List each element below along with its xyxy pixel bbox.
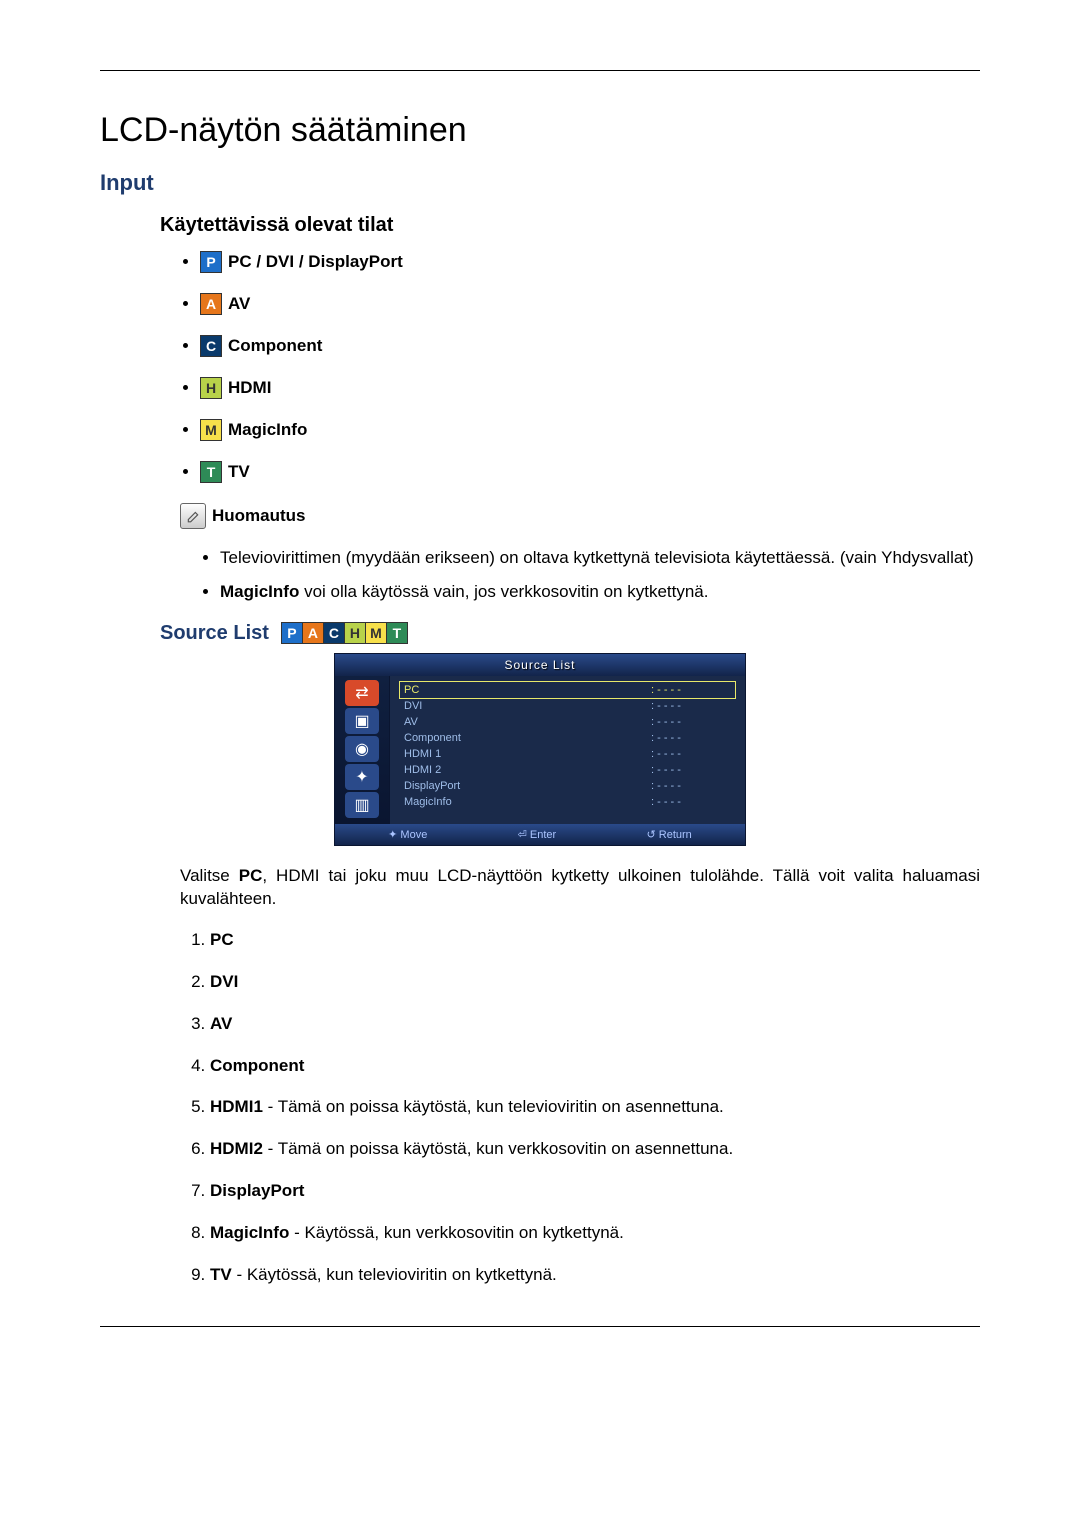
list-item: TV - Käytössä, kun televioviritin on kyt… [210, 1263, 980, 1287]
list-item: PC [210, 928, 980, 952]
osd-row: DVI: - - - - [400, 698, 735, 714]
osd-main: PC: - - - - DVI: - - - - AV: - - - - Com… [390, 676, 745, 824]
source-description: Valitse PC, HDMI tai joku muu LCD-näyttö… [180, 864, 980, 912]
note-icon [180, 503, 206, 529]
source-list-heading: Source List P A C H M T [160, 622, 980, 645]
osd-multi-icon: ▥ [345, 792, 379, 818]
note-item: MagicInfo voi olla käytössä vain, jos ve… [220, 580, 980, 604]
osd-sound-icon: ◉ [345, 736, 379, 762]
mode-item: M MagicInfo [200, 419, 980, 441]
input-heading: Input [100, 170, 980, 196]
mode-item: P PC / DVI / DisplayPort [200, 251, 980, 273]
osd-screenshot: Source List ⇄ ▣ ◉ ✦ ▥ PC: - - - - DVI: -… [100, 653, 980, 846]
note-item-text: voi olla käytössä vain, jos verkkosoviti… [299, 582, 708, 601]
osd-footer-enter: ⏎ Enter [518, 828, 557, 841]
note-item-bold: MagicInfo [220, 582, 299, 601]
osd-row: AV: - - - - [400, 714, 735, 730]
mode-item: H HDMI [200, 377, 980, 399]
document-page: LCD-näytön säätäminen Input Käytettäviss… [0, 0, 1080, 1387]
osd-row: DisplayPort: - - - - [400, 778, 735, 794]
mode-label: TV [228, 462, 250, 482]
list-item: MagicInfo - Käytössä, kun verkkosovitin … [210, 1221, 980, 1245]
h-icon: H [344, 622, 365, 644]
osd-row: MagicInfo: - - - - [400, 794, 735, 810]
p-icon: P [200, 251, 222, 273]
a-icon: A [302, 622, 323, 644]
osd-footer: ✦ Move ⏎ Enter ↺ Return [335, 824, 745, 845]
c-icon: C [323, 622, 344, 644]
osd-title: Source List [335, 654, 745, 676]
page-title: LCD-näytön säätäminen [100, 111, 980, 150]
c-icon: C [200, 335, 222, 357]
osd-sidebar: ⇄ ▣ ◉ ✦ ▥ [335, 676, 390, 824]
osd-row: HDMI 1: - - - - [400, 746, 735, 762]
m-icon: M [365, 622, 386, 644]
mode-label: MagicInfo [228, 420, 307, 440]
mode-label: Component [228, 336, 322, 356]
note-header: Huomautus [180, 503, 980, 529]
mode-label: AV [228, 294, 250, 314]
osd-picture-icon: ▣ [345, 708, 379, 734]
mode-icon-strip: P A C H M T [281, 622, 408, 644]
a-icon: A [200, 293, 222, 315]
note-list: Televiovirittimen (myydään erikseen) on … [180, 546, 980, 604]
osd-window: Source List ⇄ ▣ ◉ ✦ ▥ PC: - - - - DVI: -… [334, 653, 746, 846]
source-list-heading-text: Source List [160, 622, 269, 645]
mode-item: T TV [200, 461, 980, 483]
m-icon: M [200, 419, 222, 441]
osd-row: Component: - - - - [400, 730, 735, 746]
p-icon: P [281, 622, 302, 644]
osd-footer-move: ✦ Move [388, 828, 427, 841]
mode-item: A AV [200, 293, 980, 315]
note-block: Huomautus Televiovirittimen (myydään eri… [180, 503, 980, 604]
mode-item: C Component [200, 335, 980, 357]
mode-label: HDMI [228, 378, 271, 398]
h-icon: H [200, 377, 222, 399]
list-item: AV [210, 1012, 980, 1036]
note-label: Huomautus [212, 506, 306, 526]
t-icon: T [200, 461, 222, 483]
mode-list: P PC / DVI / DisplayPort A AV C Componen… [100, 251, 980, 483]
t-icon: T [386, 622, 408, 644]
osd-footer-return: ↺ Return [647, 828, 692, 841]
note-item: Televiovirittimen (myydään erikseen) on … [220, 546, 980, 570]
available-modes-heading: Käytettävissä olevat tilat [160, 214, 980, 237]
list-item: HDMI2 - Tämä on poissa käytöstä, kun ver… [210, 1137, 980, 1161]
source-numbered-list: PC DVI AV Component HDMI1 - Tämä on pois… [180, 928, 980, 1286]
osd-setup-icon: ✦ [345, 764, 379, 790]
mode-label: PC / DVI / DisplayPort [228, 252, 403, 272]
osd-body: ⇄ ▣ ◉ ✦ ▥ PC: - - - - DVI: - - - - AV: -… [335, 676, 745, 824]
list-item: DisplayPort [210, 1179, 980, 1203]
list-item: Component [210, 1054, 980, 1078]
list-item: HDMI1 - Tämä on poissa käytöstä, kun tel… [210, 1095, 980, 1119]
bottom-rule [100, 1326, 980, 1327]
top-rule [100, 70, 980, 71]
osd-row: HDMI 2: - - - - [400, 762, 735, 778]
osd-row: PC: - - - - [400, 682, 735, 698]
list-item: DVI [210, 970, 980, 994]
osd-input-icon: ⇄ [345, 680, 379, 706]
